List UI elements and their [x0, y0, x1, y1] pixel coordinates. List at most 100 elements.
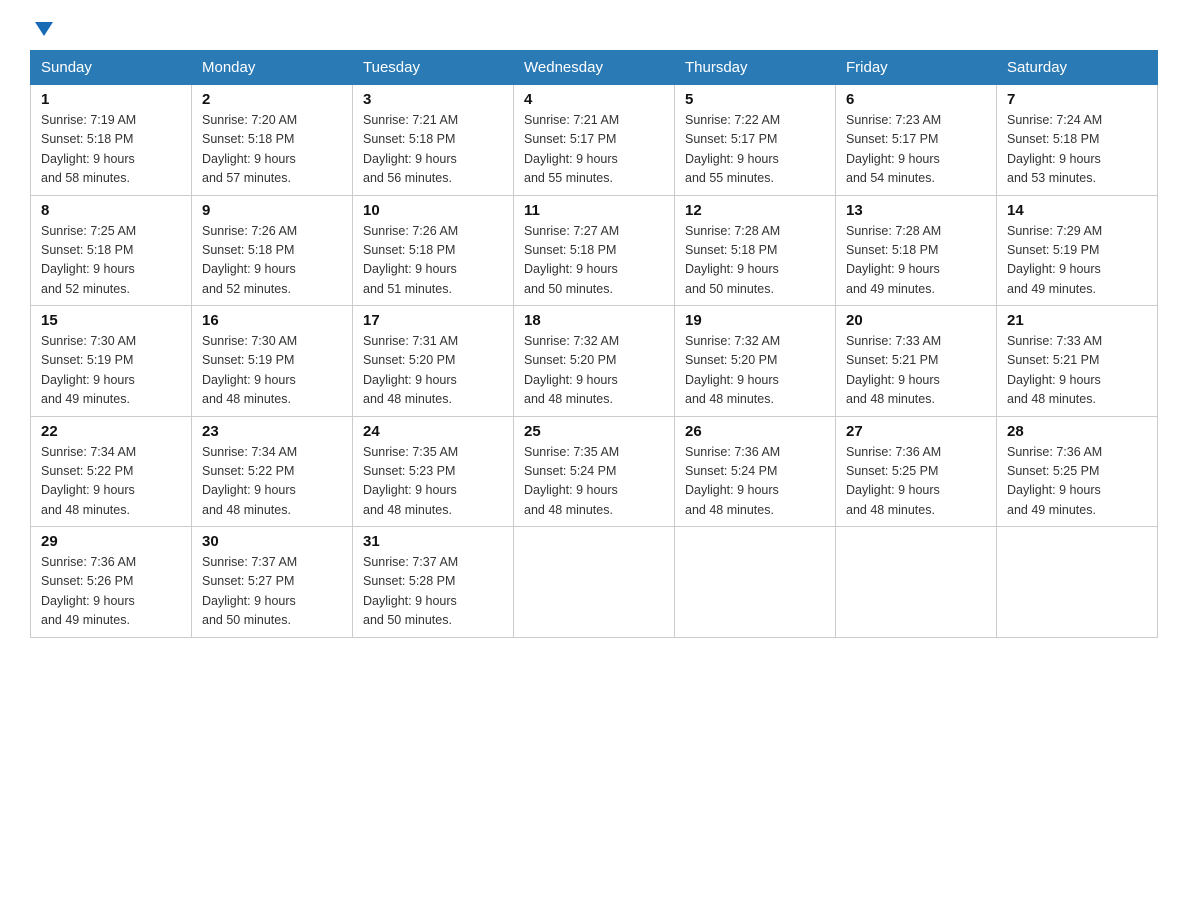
weekday-header-row: SundayMondayTuesdayWednesdayThursdayFrid…	[31, 51, 1158, 85]
weekday-header-tuesday: Tuesday	[353, 51, 514, 85]
day-cell-31: 31 Sunrise: 7:37 AMSunset: 5:28 PMDaylig…	[353, 527, 514, 638]
day-info: Sunrise: 7:35 AMSunset: 5:23 PMDaylight:…	[363, 445, 458, 517]
day-info: Sunrise: 7:32 AMSunset: 5:20 PMDaylight:…	[685, 334, 780, 406]
day-cell-8: 8 Sunrise: 7:25 AMSunset: 5:18 PMDayligh…	[31, 195, 192, 306]
day-number: 19	[685, 312, 825, 329]
day-number: 21	[1007, 312, 1147, 329]
day-info: Sunrise: 7:21 AMSunset: 5:18 PMDaylight:…	[363, 113, 458, 185]
day-number: 15	[41, 312, 181, 329]
day-number: 22	[41, 423, 181, 440]
day-number: 11	[524, 202, 664, 219]
calendar-table: SundayMondayTuesdayWednesdayThursdayFrid…	[30, 50, 1158, 638]
day-number: 29	[41, 533, 181, 550]
day-info: Sunrise: 7:30 AMSunset: 5:19 PMDaylight:…	[202, 334, 297, 406]
day-number: 23	[202, 423, 342, 440]
day-cell-28: 28 Sunrise: 7:36 AMSunset: 5:25 PMDaylig…	[997, 416, 1158, 527]
day-cell-21: 21 Sunrise: 7:33 AMSunset: 5:21 PMDaylig…	[997, 306, 1158, 417]
day-info: Sunrise: 7:24 AMSunset: 5:18 PMDaylight:…	[1007, 113, 1102, 185]
logo-triangle-icon	[33, 18, 55, 40]
day-info: Sunrise: 7:21 AMSunset: 5:17 PMDaylight:…	[524, 113, 619, 185]
day-info: Sunrise: 7:29 AMSunset: 5:19 PMDaylight:…	[1007, 224, 1102, 296]
day-number: 27	[846, 423, 986, 440]
day-info: Sunrise: 7:35 AMSunset: 5:24 PMDaylight:…	[524, 445, 619, 517]
day-number: 13	[846, 202, 986, 219]
day-number: 8	[41, 202, 181, 219]
day-info: Sunrise: 7:28 AMSunset: 5:18 PMDaylight:…	[846, 224, 941, 296]
day-cell-11: 11 Sunrise: 7:27 AMSunset: 5:18 PMDaylig…	[514, 195, 675, 306]
weekday-header-thursday: Thursday	[675, 51, 836, 85]
day-info: Sunrise: 7:22 AMSunset: 5:17 PMDaylight:…	[685, 113, 780, 185]
week-row-2: 8 Sunrise: 7:25 AMSunset: 5:18 PMDayligh…	[31, 195, 1158, 306]
day-number: 7	[1007, 91, 1147, 108]
page-header	[30, 20, 1158, 40]
day-info: Sunrise: 7:34 AMSunset: 5:22 PMDaylight:…	[41, 445, 136, 517]
day-number: 30	[202, 533, 342, 550]
day-number: 24	[363, 423, 503, 440]
day-cell-23: 23 Sunrise: 7:34 AMSunset: 5:22 PMDaylig…	[192, 416, 353, 527]
week-row-3: 15 Sunrise: 7:30 AMSunset: 5:19 PMDaylig…	[31, 306, 1158, 417]
weekday-header-saturday: Saturday	[997, 51, 1158, 85]
weekday-header-monday: Monday	[192, 51, 353, 85]
day-info: Sunrise: 7:30 AMSunset: 5:19 PMDaylight:…	[41, 334, 136, 406]
day-cell-17: 17 Sunrise: 7:31 AMSunset: 5:20 PMDaylig…	[353, 306, 514, 417]
day-info: Sunrise: 7:20 AMSunset: 5:18 PMDaylight:…	[202, 113, 297, 185]
day-cell-14: 14 Sunrise: 7:29 AMSunset: 5:19 PMDaylig…	[997, 195, 1158, 306]
day-number: 26	[685, 423, 825, 440]
day-info: Sunrise: 7:26 AMSunset: 5:18 PMDaylight:…	[202, 224, 297, 296]
day-cell-3: 3 Sunrise: 7:21 AMSunset: 5:18 PMDayligh…	[353, 85, 514, 196]
weekday-header-wednesday: Wednesday	[514, 51, 675, 85]
day-info: Sunrise: 7:27 AMSunset: 5:18 PMDaylight:…	[524, 224, 619, 296]
day-cell-20: 20 Sunrise: 7:33 AMSunset: 5:21 PMDaylig…	[836, 306, 997, 417]
day-info: Sunrise: 7:32 AMSunset: 5:20 PMDaylight:…	[524, 334, 619, 406]
day-cell-24: 24 Sunrise: 7:35 AMSunset: 5:23 PMDaylig…	[353, 416, 514, 527]
day-cell-9: 9 Sunrise: 7:26 AMSunset: 5:18 PMDayligh…	[192, 195, 353, 306]
empty-cell	[836, 527, 997, 638]
day-cell-4: 4 Sunrise: 7:21 AMSunset: 5:17 PMDayligh…	[514, 85, 675, 196]
day-cell-25: 25 Sunrise: 7:35 AMSunset: 5:24 PMDaylig…	[514, 416, 675, 527]
day-info: Sunrise: 7:37 AMSunset: 5:27 PMDaylight:…	[202, 555, 297, 627]
day-info: Sunrise: 7:33 AMSunset: 5:21 PMDaylight:…	[846, 334, 941, 406]
day-cell-27: 27 Sunrise: 7:36 AMSunset: 5:25 PMDaylig…	[836, 416, 997, 527]
day-cell-1: 1 Sunrise: 7:19 AMSunset: 5:18 PMDayligh…	[31, 85, 192, 196]
week-row-5: 29 Sunrise: 7:36 AMSunset: 5:26 PMDaylig…	[31, 527, 1158, 638]
day-info: Sunrise: 7:37 AMSunset: 5:28 PMDaylight:…	[363, 555, 458, 627]
day-number: 9	[202, 202, 342, 219]
day-cell-30: 30 Sunrise: 7:37 AMSunset: 5:27 PMDaylig…	[192, 527, 353, 638]
day-cell-6: 6 Sunrise: 7:23 AMSunset: 5:17 PMDayligh…	[836, 85, 997, 196]
day-cell-18: 18 Sunrise: 7:32 AMSunset: 5:20 PMDaylig…	[514, 306, 675, 417]
day-number: 25	[524, 423, 664, 440]
weekday-header-sunday: Sunday	[31, 51, 192, 85]
day-cell-16: 16 Sunrise: 7:30 AMSunset: 5:19 PMDaylig…	[192, 306, 353, 417]
day-cell-19: 19 Sunrise: 7:32 AMSunset: 5:20 PMDaylig…	[675, 306, 836, 417]
day-number: 31	[363, 533, 503, 550]
day-number: 14	[1007, 202, 1147, 219]
day-cell-2: 2 Sunrise: 7:20 AMSunset: 5:18 PMDayligh…	[192, 85, 353, 196]
week-row-1: 1 Sunrise: 7:19 AMSunset: 5:18 PMDayligh…	[31, 85, 1158, 196]
empty-cell	[997, 527, 1158, 638]
day-info: Sunrise: 7:36 AMSunset: 5:24 PMDaylight:…	[685, 445, 780, 517]
day-info: Sunrise: 7:36 AMSunset: 5:25 PMDaylight:…	[846, 445, 941, 517]
day-number: 4	[524, 91, 664, 108]
day-info: Sunrise: 7:19 AMSunset: 5:18 PMDaylight:…	[41, 113, 136, 185]
day-cell-26: 26 Sunrise: 7:36 AMSunset: 5:24 PMDaylig…	[675, 416, 836, 527]
day-info: Sunrise: 7:34 AMSunset: 5:22 PMDaylight:…	[202, 445, 297, 517]
day-cell-7: 7 Sunrise: 7:24 AMSunset: 5:18 PMDayligh…	[997, 85, 1158, 196]
day-info: Sunrise: 7:26 AMSunset: 5:18 PMDaylight:…	[363, 224, 458, 296]
day-info: Sunrise: 7:36 AMSunset: 5:25 PMDaylight:…	[1007, 445, 1102, 517]
week-row-4: 22 Sunrise: 7:34 AMSunset: 5:22 PMDaylig…	[31, 416, 1158, 527]
day-number: 6	[846, 91, 986, 108]
day-cell-15: 15 Sunrise: 7:30 AMSunset: 5:19 PMDaylig…	[31, 306, 192, 417]
empty-cell	[675, 527, 836, 638]
day-number: 16	[202, 312, 342, 329]
day-cell-29: 29 Sunrise: 7:36 AMSunset: 5:26 PMDaylig…	[31, 527, 192, 638]
empty-cell	[514, 527, 675, 638]
day-number: 12	[685, 202, 825, 219]
day-info: Sunrise: 7:28 AMSunset: 5:18 PMDaylight:…	[685, 224, 780, 296]
day-number: 28	[1007, 423, 1147, 440]
day-number: 18	[524, 312, 664, 329]
day-number: 2	[202, 91, 342, 108]
day-number: 1	[41, 91, 181, 108]
day-info: Sunrise: 7:31 AMSunset: 5:20 PMDaylight:…	[363, 334, 458, 406]
day-number: 5	[685, 91, 825, 108]
day-cell-5: 5 Sunrise: 7:22 AMSunset: 5:17 PMDayligh…	[675, 85, 836, 196]
